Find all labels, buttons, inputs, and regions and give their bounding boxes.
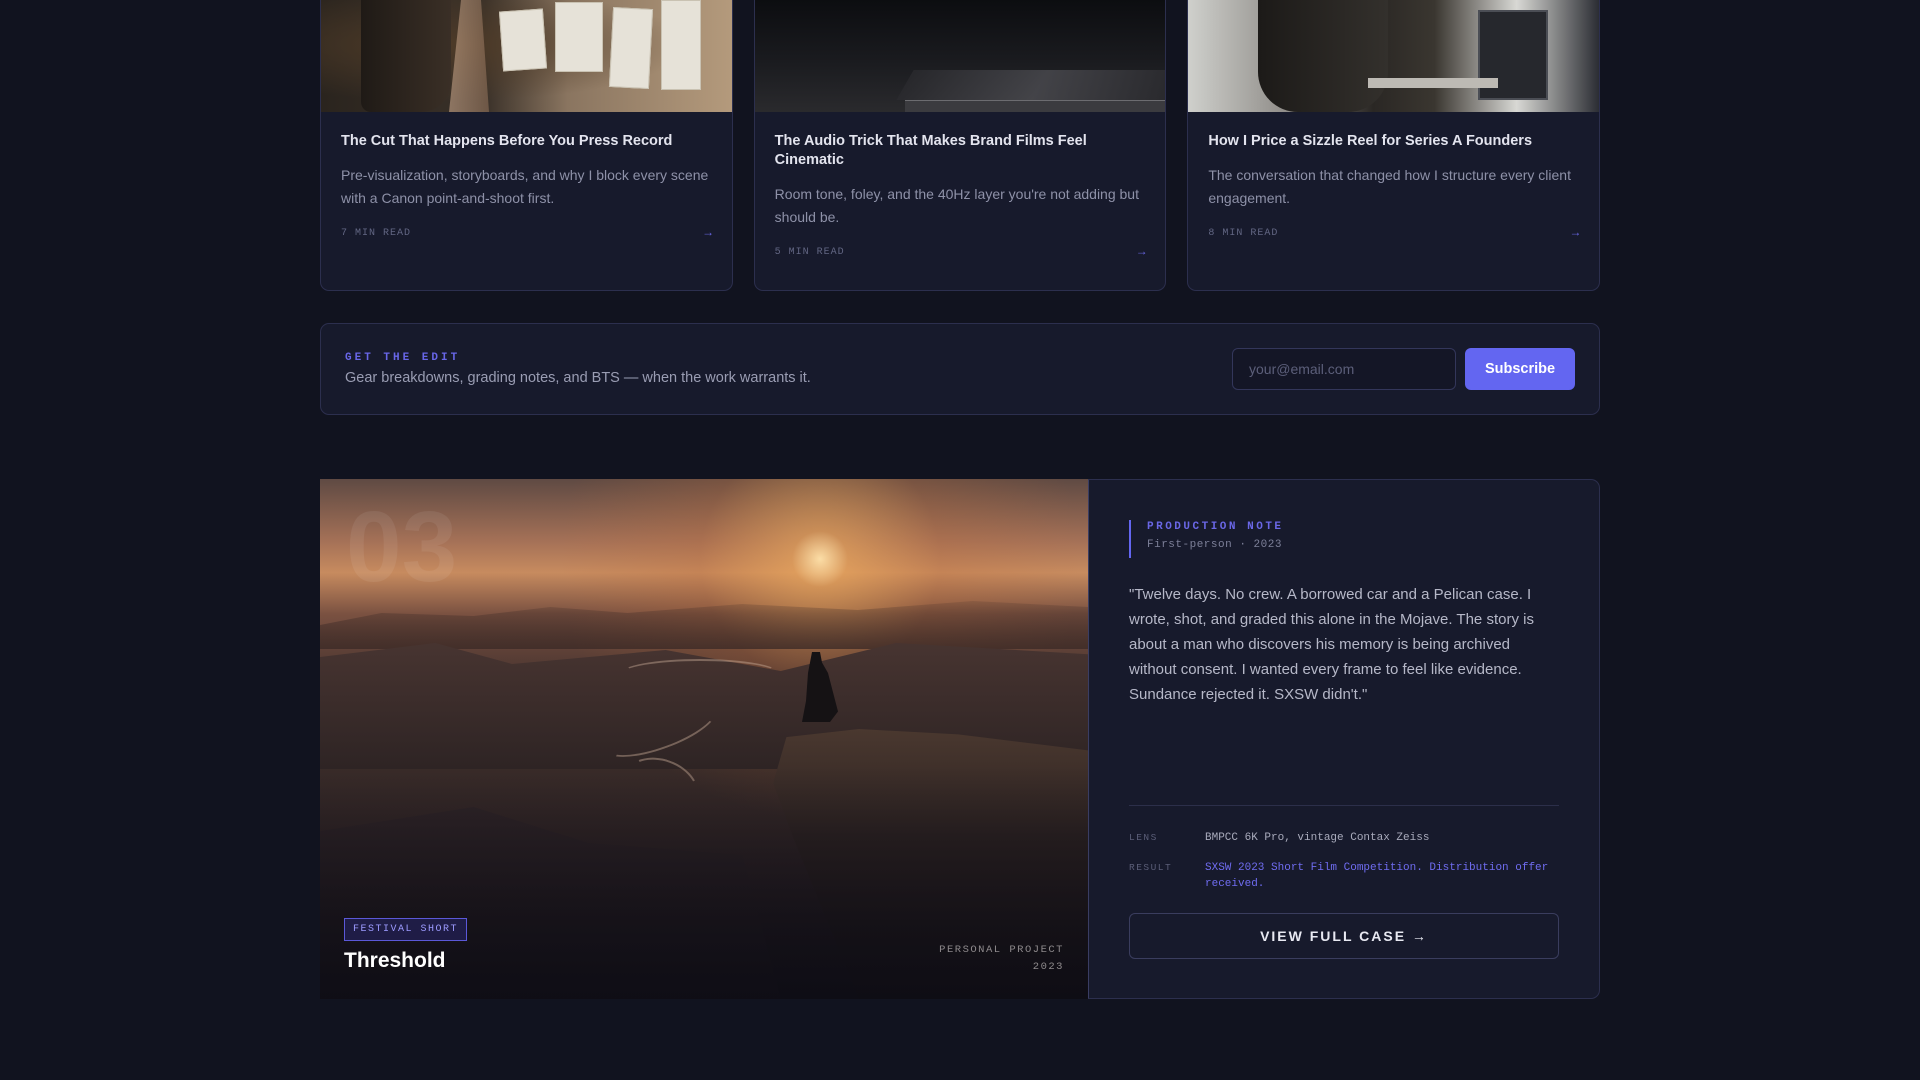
article-title[interactable]: The Cut That Happens Before You Press Re… bbox=[341, 132, 712, 151]
newsletter-description: Gear breakdowns, grading notes, and BTS … bbox=[345, 370, 811, 386]
article-card[interactable]: How I Price a Sizzle Reel for Series A F… bbox=[1187, 0, 1601, 291]
project-number: 03 bbox=[346, 491, 458, 603]
email-input[interactable] bbox=[1232, 348, 1456, 390]
newsletter-form: Subscribe bbox=[1232, 348, 1575, 390]
project-details-panel: PRODUCTION NOTE First-person · 2023 "Twe… bbox=[1088, 479, 1600, 999]
article-card[interactable]: The Cut That Happens Before You Press Re… bbox=[320, 0, 733, 291]
project-type: PERSONAL PROJECT bbox=[939, 944, 1064, 956]
production-note-sub: First-person · 2023 bbox=[1147, 539, 1282, 551]
spec-row: LENS BMPCC 6K Pro, vintage Contax Zeiss bbox=[1129, 830, 1559, 846]
project-hero-image[interactable]: 03 FESTIVAL SHORT Threshold PERSONAL PRO… bbox=[320, 479, 1088, 999]
spec-label: LENS bbox=[1129, 832, 1158, 843]
project-title: Threshold bbox=[344, 949, 446, 972]
read-time: 5 MIN READ bbox=[774, 246, 845, 258]
article-cards: The Cut That Happens Before You Press Re… bbox=[320, 0, 1601, 291]
production-note-header: PRODUCTION NOTE First-person · 2023 bbox=[1129, 520, 1559, 558]
subscribe-button[interactable]: Subscribe bbox=[1465, 348, 1575, 390]
arrow-right-icon[interactable]: → bbox=[1572, 226, 1579, 240]
project-category-badge: FESTIVAL SHORT bbox=[344, 918, 468, 941]
newsletter-signup: GET THE EDIT Gear breakdowns, grading no… bbox=[320, 323, 1600, 415]
view-full-case-button[interactable]: VIEW FULL CASE → bbox=[1129, 913, 1559, 959]
spec-value: BMPCC 6K Pro, vintage Contax Zeiss bbox=[1205, 832, 1430, 844]
article-thumbnail bbox=[1188, 0, 1600, 112]
arrow-right-icon[interactable]: → bbox=[1138, 245, 1145, 259]
read-time: 7 MIN READ bbox=[341, 227, 412, 239]
article-title[interactable]: The Audio Trick That Makes Brand Films F… bbox=[775, 132, 1146, 170]
article-title[interactable]: How I Price a Sizzle Reel for Series A F… bbox=[1208, 132, 1579, 151]
read-time: 8 MIN READ bbox=[1208, 227, 1279, 239]
article-description: Pre-visualization, storyboards, and why … bbox=[341, 167, 709, 206]
article-thumbnail bbox=[754, 0, 1166, 112]
arrow-right-icon[interactable]: → bbox=[704, 226, 711, 240]
spec-value: SXSW 2023 Short Film Competition. Distri… bbox=[1205, 862, 1549, 890]
production-note-label: PRODUCTION NOTE bbox=[1147, 521, 1284, 533]
project-specs: LENS BMPCC 6K Pro, vintage Contax Zeiss … bbox=[1129, 805, 1559, 906]
project-quote: "Twelve days. No crew. A borrowed car an… bbox=[1129, 586, 1534, 703]
article-thumbnail bbox=[321, 0, 732, 112]
article-card[interactable]: The Audio Trick That Makes Brand Films F… bbox=[753, 0, 1167, 291]
article-description: Room tone, foley, and the 40Hz layer you… bbox=[774, 186, 1139, 225]
project-meta: PERSONAL PROJECT 2023 bbox=[939, 942, 1064, 976]
article-description: The conversation that changed how I stru… bbox=[1208, 167, 1571, 206]
spec-row: RESULT SXSW 2023 Short Film Competition.… bbox=[1129, 860, 1559, 892]
project-year: 2023 bbox=[1032, 961, 1064, 973]
newsletter-eyebrow: GET THE EDIT bbox=[345, 352, 461, 364]
spec-label: RESULT bbox=[1129, 862, 1173, 873]
